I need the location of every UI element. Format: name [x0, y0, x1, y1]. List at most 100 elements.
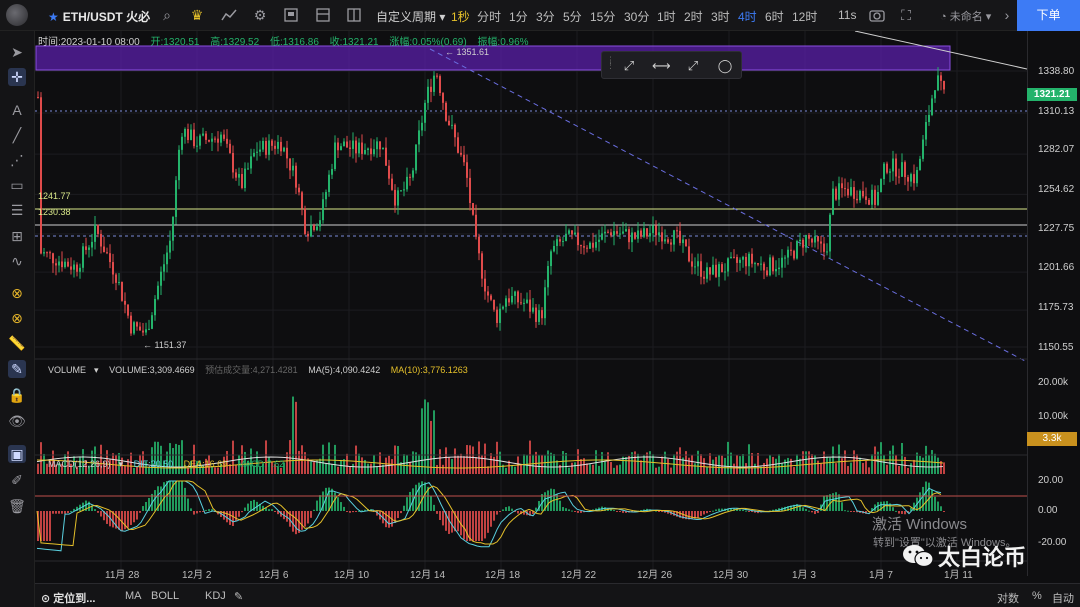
- extended-line-icon[interactable]: ⤢: [684, 57, 702, 75]
- candle-body: [268, 140, 270, 155]
- period-2h[interactable]: 2时: [684, 8, 703, 25]
- edit-indicator-icon[interactable]: ✎: [234, 590, 243, 603]
- trend-line-icon[interactable]: ╱: [8, 126, 26, 144]
- macd-bar: [55, 511, 57, 514]
- indicator-ma[interactable]: MA: [125, 590, 142, 602]
- candle-body: [517, 291, 519, 303]
- volume-dropdown-icon[interactable]: ▾: [94, 365, 99, 375]
- candle-body: [175, 180, 177, 217]
- volume-bar: [337, 466, 339, 474]
- macd-bar: [496, 511, 498, 515]
- macd-dropdown-icon[interactable]: ▾: [119, 459, 124, 469]
- price-axis[interactable]: 1338.80 1310.13 1282.07 1254.62 1227.75 …: [1027, 31, 1080, 576]
- candle-body: [613, 231, 615, 236]
- text-tool-icon[interactable]: A: [8, 101, 26, 119]
- volume-bar: [349, 466, 351, 474]
- period-6h[interactable]: 6时: [765, 8, 784, 25]
- volume-bar: [862, 462, 864, 474]
- user-menu[interactable]: ◔ 未命名 ▾: [940, 8, 991, 24]
- object-tree-icon[interactable]: ▣: [8, 445, 26, 463]
- crown-icon[interactable]: ♛: [188, 6, 206, 24]
- macd-bar: [436, 511, 438, 514]
- candle-body: [778, 267, 780, 270]
- magnet-strong-icon[interactable]: ⊗: [8, 284, 26, 302]
- macd-name[interactable]: MACD(12,26,9): [48, 459, 111, 469]
- volume-bar: [781, 463, 783, 474]
- volume-name[interactable]: VOLUME: [48, 365, 86, 375]
- volume-bar: [415, 452, 417, 474]
- candle-body: [37, 97, 39, 99]
- locate-button[interactable]: ⊙ 定位到...: [41, 590, 95, 606]
- candle-body: [787, 249, 789, 258]
- brush-icon[interactable]: ✎: [8, 360, 26, 378]
- candle-body: [754, 263, 756, 265]
- volume-bar: [472, 446, 474, 474]
- favorite-star-icon[interactable]: ★: [48, 10, 59, 24]
- candle-body: [274, 145, 276, 149]
- candle-body: [745, 256, 747, 267]
- price-chart-canvas[interactable]: [35, 31, 1027, 583]
- volume-bar: [727, 441, 729, 474]
- macd-bar: [349, 511, 351, 513]
- candle-body: [658, 232, 660, 236]
- period-3m[interactable]: 3分: [536, 8, 555, 25]
- indicator-boll[interactable]: BOLL: [151, 590, 179, 602]
- indicator-kdj[interactable]: KDJ: [205, 590, 226, 602]
- hide-drawings-icon[interactable]: 👁: [8, 412, 26, 430]
- order-button[interactable]: 下单: [1017, 0, 1080, 31]
- layout-icon[interactable]: [345, 6, 363, 24]
- period-1s[interactable]: 1秒: [451, 8, 470, 25]
- rectangle-tool-icon[interactable]: ▭: [8, 176, 26, 194]
- period-1h[interactable]: 1时: [657, 8, 676, 25]
- hline-label-1: 1241.77: [38, 191, 71, 201]
- candle-body: [862, 190, 864, 197]
- edit-list-icon[interactable]: ✐: [8, 471, 26, 489]
- macd-bar: [934, 496, 936, 511]
- expand-icon[interactable]: ›: [998, 6, 1016, 24]
- custom-period-dropdown[interactable]: 自定义周期 ▾: [376, 8, 445, 25]
- candle-body: [808, 234, 810, 239]
- period-3h[interactable]: 3时: [711, 8, 730, 25]
- fullscreen-icon[interactable]: ⛶: [897, 6, 915, 24]
- candle-body: [880, 179, 882, 192]
- volume-bar: [577, 449, 579, 474]
- period-1m[interactable]: 1分: [509, 8, 528, 25]
- wave-tool-icon[interactable]: ∿: [8, 252, 26, 270]
- candle-body: [886, 163, 888, 173]
- search-icon[interactable]: ⌕: [158, 6, 176, 24]
- ray-tool-icon[interactable]: ⤢: [620, 57, 638, 75]
- screenshot-icon[interactable]: [282, 6, 300, 24]
- auto-scale-toggle[interactable]: 自动: [1052, 590, 1074, 606]
- candle-body: [799, 239, 801, 242]
- candle-body: [907, 177, 909, 182]
- settings-gear-icon[interactable]: ⚙: [251, 6, 269, 24]
- ruler-icon[interactable]: 📏: [8, 334, 26, 352]
- trash-icon[interactable]: 🗑: [8, 497, 26, 515]
- period-15m[interactable]: 15分: [590, 8, 615, 25]
- fib-retracement-icon[interactable]: ☰: [8, 201, 26, 219]
- percent-scale-toggle[interactable]: %: [1032, 590, 1042, 602]
- crosshair-icon[interactable]: ✛: [8, 68, 26, 86]
- symbol-selector[interactable]: ★ ETH/USDT 火必: [48, 8, 150, 25]
- candle-body: [211, 138, 213, 142]
- period-30m[interactable]: 30分: [624, 8, 649, 25]
- drag-handle-icon[interactable]: ⋮ ⋮: [606, 56, 615, 74]
- circle-tool-icon[interactable]: ◯: [716, 57, 734, 75]
- camera-icon[interactable]: [868, 6, 886, 24]
- gann-box-icon[interactable]: ⊞: [8, 227, 26, 245]
- cursor-arrow-icon[interactable]: ➤: [8, 43, 26, 61]
- lock-icon[interactable]: 🔒: [8, 386, 26, 404]
- period-timeline[interactable]: 分时: [477, 8, 501, 25]
- magnet-weak-icon[interactable]: ⊗: [8, 309, 26, 327]
- period-4h[interactable]: 4时: [738, 8, 757, 25]
- indicator-icon[interactable]: [220, 6, 238, 24]
- macd-bar: [838, 494, 840, 511]
- candle-body: [715, 264, 717, 277]
- period-5m[interactable]: 5分: [563, 8, 582, 25]
- horizontal-line-icon[interactable]: ⟷: [652, 57, 671, 75]
- period-12h[interactable]: 12时: [792, 8, 817, 25]
- pitchfork-icon[interactable]: ⋰: [8, 151, 26, 169]
- volume-bar: [799, 458, 801, 474]
- log-scale-toggle[interactable]: 对数: [997, 590, 1019, 606]
- template-icon[interactable]: [314, 6, 332, 24]
